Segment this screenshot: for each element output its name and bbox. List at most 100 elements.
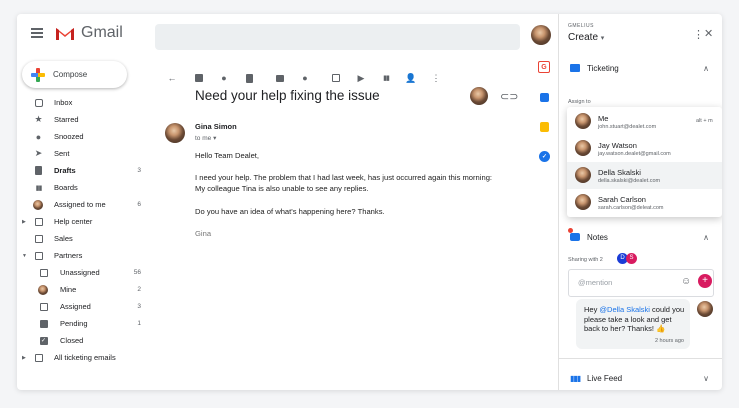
sidebar-item-boards[interactable]: ▮▮ Boards (17, 179, 152, 196)
assignee-option[interactable]: Jay Watson jay.watson.dealet@gmail.com (567, 135, 722, 162)
assignee-email: della.skalski@dealet.com (598, 178, 661, 184)
sidebar-item-label: Inbox (54, 98, 73, 107)
note-comment: Hey @Della Skalski could you please take… (576, 299, 690, 349)
assignee-option[interactable]: Sarah Carlson sarah.carlson@deleat.com (567, 189, 722, 216)
sidebar-item-sent[interactable]: ➤ Sent (17, 145, 152, 162)
compose-button[interactable]: Compose (22, 61, 127, 88)
inbox-icon (39, 268, 48, 277)
comment-timestamp: 2 hours ago (654, 338, 684, 344)
notes-section-header[interactable]: Notes ∧ (559, 228, 722, 244)
sidebar-item-sales[interactable]: Sales (17, 230, 152, 247)
mention-placeholder: @mention (578, 278, 613, 287)
comment-text-before: Hey (584, 305, 600, 314)
label-folder-icon (34, 217, 43, 226)
boards-icon[interactable]: ▮▮ (381, 73, 391, 83)
app-name: Gmail (81, 24, 123, 41)
email-line: I need your help. The problem that I had… (195, 173, 493, 182)
assign-icon[interactable]: 👤 (405, 73, 416, 83)
sidebar-item-label: Boards (54, 183, 78, 192)
sidebar-item-label: Sales (54, 234, 73, 243)
compose-plus-icon (31, 67, 45, 82)
add-note-button[interactable]: + (698, 274, 712, 288)
create-dropdown[interactable]: Create ▾ (568, 32, 604, 43)
sidebar-item-pending[interactable]: Pending 1 (17, 315, 152, 332)
calendar-addon-icon[interactable] (540, 93, 549, 102)
sidebar-item-assigned[interactable]: Assigned 3 (17, 298, 152, 315)
section-divider (559, 358, 722, 359)
assignee-option[interactable]: Me john.stuart@dealet.com alt + m (567, 108, 722, 135)
keep-addon-icon[interactable] (540, 122, 549, 132)
sidebar-item-all-ticketing-emails[interactable]: ▶ All ticketing emails (17, 349, 152, 366)
more-vert-icon[interactable]: ⋮ (693, 28, 704, 41)
email-toolbar: ← ● ● ▶ ▮▮ 👤 ⋮ (167, 71, 456, 85)
assignee-name: Sarah Carlson (598, 195, 646, 204)
sender-avatar (165, 123, 185, 143)
snooze-icon[interactable]: ● (300, 73, 310, 83)
account-avatar[interactable] (531, 25, 551, 45)
recipient-dropdown[interactable]: to me ▾ (195, 134, 216, 142)
tasks-addon-icon[interactable]: ✓ (539, 151, 550, 162)
sidebar-item-mine[interactable]: Mine 2 (17, 281, 152, 298)
dropdown-arrow-icon: ▾ (600, 35, 605, 42)
sidebar-item-label: All ticketing emails (54, 353, 116, 362)
sidebar-item-label: Assigned (60, 302, 91, 311)
avatar (575, 140, 591, 156)
expand-arrow-icon[interactable]: ▶ (22, 355, 26, 361)
note-input[interactable]: @mention ☺ + (568, 269, 714, 297)
delete-icon[interactable] (244, 73, 254, 83)
move-to-icon[interactable] (331, 73, 341, 83)
link-icon[interactable]: ⊂⊃ (500, 90, 518, 103)
count-badge: 3 (137, 303, 141, 310)
send-icon: ➤ (34, 148, 43, 158)
mark-unread-icon[interactable] (275, 73, 285, 83)
sharing-with-label: Sharing with 2 (568, 257, 603, 263)
label-folder-icon (34, 251, 43, 260)
more-vert-icon[interactable]: ⋮ (431, 73, 441, 83)
emoji-icon[interactable]: ☺ (681, 276, 691, 287)
sidebar-item-closed[interactable]: ✓ Closed (17, 332, 152, 349)
count-badge: 6 (137, 201, 141, 208)
search-bar[interactable] (155, 24, 520, 50)
assignee-name: Della Skalski (598, 168, 641, 177)
gmail-logo[interactable]: Gmail (55, 24, 123, 42)
sharing-badge-s[interactable]: S (626, 253, 637, 264)
live-feed-section-header[interactable]: ▮▮▮ Live Feed ∨ (559, 371, 722, 385)
sidebar-item-label: Drafts (54, 166, 76, 175)
assignee-avatar[interactable] (470, 87, 488, 105)
user-avatar-icon (38, 284, 48, 295)
sidebar-item-drafts[interactable]: Drafts 3 (17, 162, 152, 179)
assignee-option-highlighted[interactable]: Della Skalski della.skalski@dealet.com (567, 162, 722, 189)
sidebar-item-assigned-to-me[interactable]: Assigned to me 6 (17, 196, 152, 213)
check-box-icon: ✓ (39, 336, 48, 345)
notes-count-dot (568, 228, 573, 233)
gmelius-panel: GMELIUS Create ▾ ⋮ ✕ Ticketing ∧ Assign … (559, 14, 722, 390)
label-icon[interactable]: ▶ (356, 73, 366, 83)
email-line: My colleague Tina is also unable to see … (195, 184, 369, 193)
close-icon[interactable]: ✕ (704, 27, 713, 40)
report-spam-icon[interactable]: ● (219, 73, 229, 83)
avatar (575, 167, 591, 183)
mention-link[interactable]: @Della Skalski (599, 305, 650, 314)
ticketing-section-header[interactable]: Ticketing ∧ (559, 60, 722, 76)
assignee-email: jay.watson.dealet@gmail.com (598, 151, 671, 157)
sidebar-item-unassigned[interactable]: Unassigned 56 (17, 264, 152, 281)
menu-icon[interactable] (31, 28, 43, 38)
sidebar-item-partners[interactable]: ▼ Partners (17, 247, 152, 264)
sidebar-item-inbox[interactable]: Inbox (17, 94, 152, 111)
chevron-down-icon[interactable]: ∨ (703, 374, 709, 383)
sidebar-item-snoozed[interactable]: ● Snoozed (17, 128, 152, 145)
email-greeting: Hello Team Dealet, (195, 151, 260, 160)
gmelius-addon-icon[interactable]: G (538, 61, 550, 73)
chevron-up-icon[interactable]: ∧ (703, 233, 709, 242)
archive-icon[interactable] (194, 73, 204, 83)
avatar (575, 113, 591, 129)
count-badge: 2 (137, 286, 141, 293)
sidebar-item-help-center[interactable]: ▶ Help center (17, 213, 152, 230)
sidebar-item-label: Help center (54, 217, 93, 226)
collapse-arrow-icon[interactable]: ▼ (22, 253, 27, 259)
sidebar-item-label: Sent (54, 149, 70, 158)
chevron-up-icon[interactable]: ∧ (703, 64, 709, 73)
sidebar-item-starred[interactable]: ★ Starred (17, 111, 152, 128)
back-arrow-icon[interactable]: ← (167, 73, 177, 83)
expand-arrow-icon[interactable]: ▶ (22, 219, 26, 225)
